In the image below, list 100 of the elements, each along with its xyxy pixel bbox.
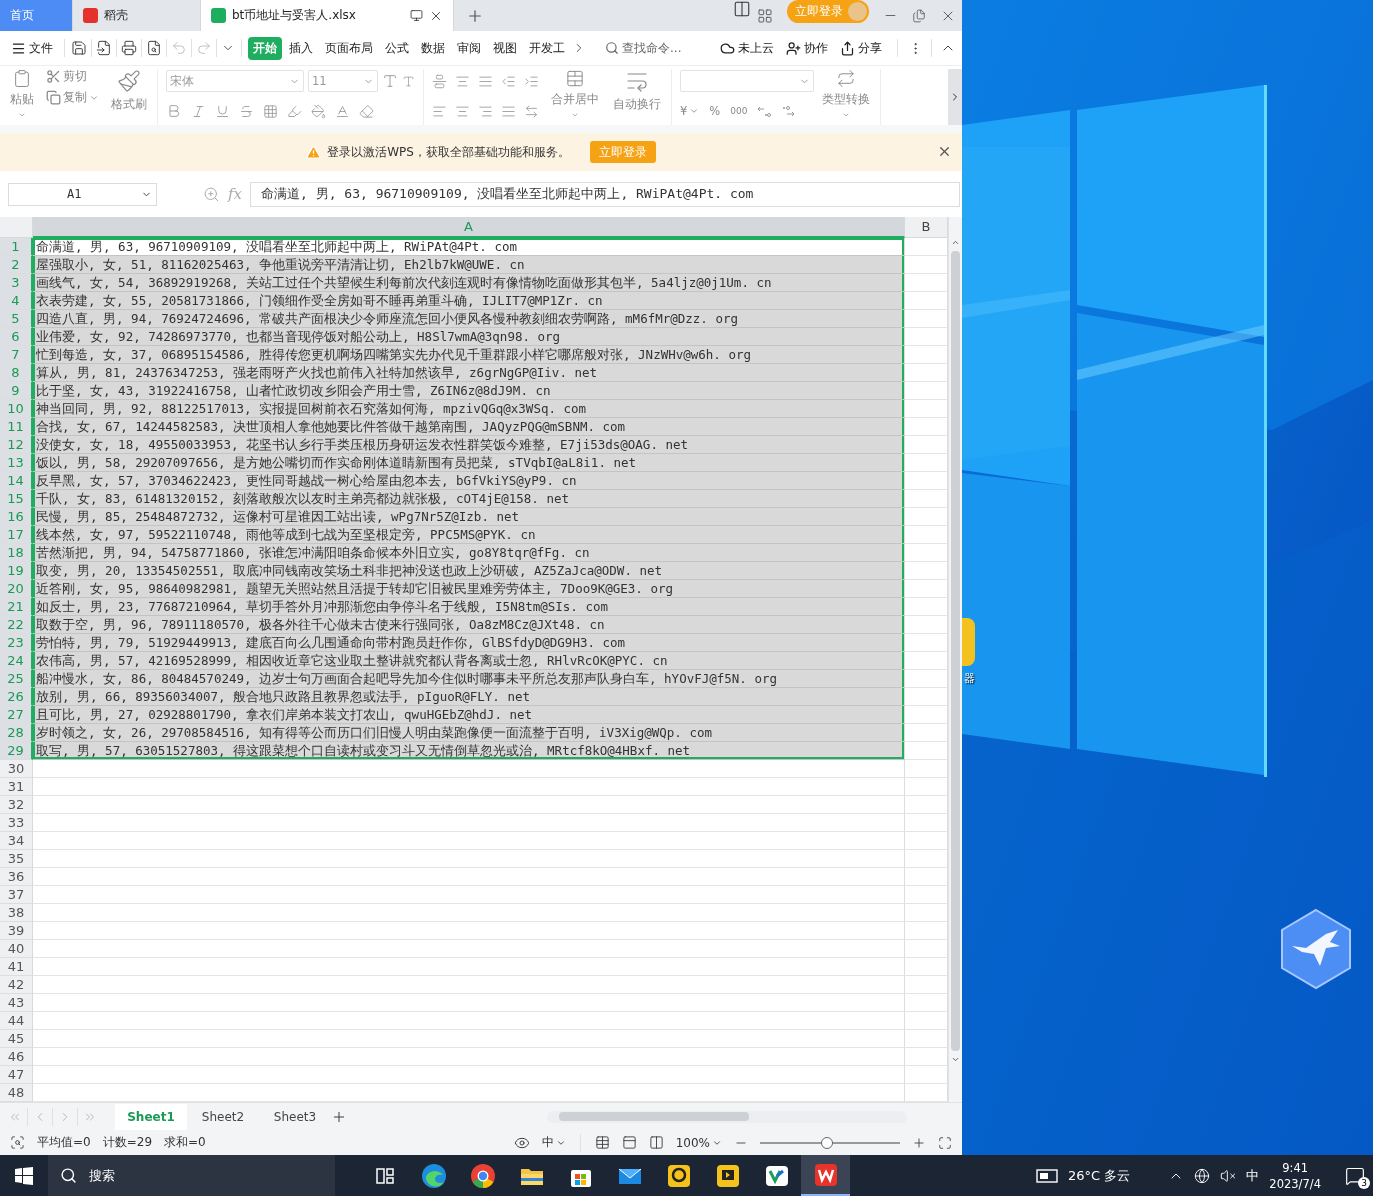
- underline-icon[interactable]: [215, 103, 230, 119]
- name-box[interactable]: A1: [8, 182, 157, 206]
- row-header[interactable]: 2: [0, 256, 33, 274]
- ribbon-tab[interactable]: 审阅: [452, 36, 486, 60]
- row-header[interactable]: 39: [0, 922, 33, 940]
- vertical-scrollbar[interactable]: [948, 217, 962, 1102]
- row-header[interactable]: 36: [0, 868, 33, 886]
- monitor-icon[interactable]: [410, 9, 423, 22]
- cut-button[interactable]: 剪切: [46, 69, 99, 84]
- zoom-level[interactable]: 100%: [675, 1135, 722, 1150]
- row-header[interactable]: 44: [0, 1012, 33, 1030]
- paintbrush-icon[interactable]: [117, 69, 141, 93]
- normal-view-icon[interactable]: [594, 1135, 610, 1150]
- row-header[interactable]: 28: [0, 724, 33, 742]
- app-icon[interactable]: [962, 618, 975, 666]
- function-button[interactable]: fx: [228, 185, 242, 203]
- align-left-icon[interactable]: [432, 103, 447, 119]
- sheet-tab[interactable]: Sheet2: [187, 1103, 259, 1130]
- caret-icon[interactable]: [689, 106, 700, 116]
- undo-icon[interactable]: [171, 40, 187, 56]
- menu-icon[interactable]: [11, 40, 26, 56]
- preview-icon[interactable]: [146, 40, 162, 56]
- row-header[interactable]: 23: [0, 634, 33, 652]
- grow-font-icon[interactable]: [382, 73, 398, 89]
- row-header[interactable]: 10: [0, 400, 33, 418]
- sheet-tab[interactable]: Sheet1: [115, 1103, 187, 1130]
- row-header[interactable]: 12: [0, 436, 33, 454]
- search-icon[interactable]: [60, 1167, 77, 1184]
- caret-icon[interactable]: [951, 1055, 960, 1064]
- horizontal-scrollbar[interactable]: [547, 1110, 907, 1123]
- notification-icon[interactable]: [1345, 1165, 1365, 1186]
- row-header[interactable]: 40: [0, 940, 33, 958]
- ribbon-tab[interactable]: 公式: [380, 36, 414, 60]
- window-tab[interactable]: 首页: [0, 0, 73, 31]
- format-painter-button[interactable]: 格式刷: [109, 69, 149, 119]
- increase-decimal-icon[interactable]: [757, 105, 772, 117]
- wrap-text-button[interactable]: 自动换行: [611, 69, 663, 119]
- bird-app-icon[interactable]: [1278, 908, 1354, 990]
- row-header[interactable]: 7: [0, 346, 33, 364]
- fullscreen-icon[interactable]: [938, 1135, 952, 1150]
- ribbon-tab[interactable]: 插入: [284, 36, 318, 60]
- row-header[interactable]: 13: [0, 454, 33, 472]
- row-header[interactable]: 17: [0, 526, 33, 544]
- ribbon-tab[interactable]: 数据: [416, 36, 450, 60]
- login-button[interactable]: 立即登录: [589, 141, 656, 163]
- file-menu[interactable]: 文件: [6, 36, 58, 60]
- ribbon-tab[interactable]: 开始: [248, 36, 282, 60]
- row-header[interactable]: 38: [0, 904, 33, 922]
- thousands-button[interactable]: 000: [730, 106, 748, 116]
- font-select[interactable]: 宋体: [166, 70, 304, 92]
- font-color-icon[interactable]: [335, 103, 350, 119]
- reading-view-icon[interactable]: [648, 1135, 664, 1150]
- zoom-in-icon[interactable]: [912, 1135, 926, 1150]
- row-header[interactable]: 41: [0, 958, 33, 976]
- align-center-icon[interactable]: [455, 103, 470, 119]
- caret-icon[interactable]: [841, 111, 851, 119]
- row-header[interactable]: 46: [0, 1048, 33, 1066]
- row-header[interactable]: 24: [0, 652, 33, 670]
- outdent-icon[interactable]: [501, 73, 516, 89]
- login-button[interactable]: 立即登录: [787, 0, 869, 23]
- row-header[interactable]: 33: [0, 814, 33, 832]
- row-header[interactable]: 30: [0, 760, 33, 778]
- ribbon-tab[interactable]: 页面布局: [320, 36, 378, 60]
- align-right-icon[interactable]: [478, 103, 493, 119]
- decrease-decimal-icon[interactable]: [781, 105, 796, 117]
- row-header[interactable]: 11: [0, 418, 33, 436]
- row-header[interactable]: 22: [0, 616, 33, 634]
- row-header[interactable]: 27: [0, 706, 33, 724]
- restore-icon[interactable]: [912, 8, 926, 23]
- taskbar-app[interactable]: [801, 1155, 850, 1196]
- column-header[interactable]: A: [33, 217, 905, 238]
- row-header[interactable]: 3: [0, 274, 33, 292]
- row-header[interactable]: 6: [0, 328, 33, 346]
- copy-icon[interactable]: [46, 90, 61, 105]
- italic-icon[interactable]: [191, 103, 206, 119]
- input-mode[interactable]: 中: [541, 1134, 566, 1151]
- row-header[interactable]: 42: [0, 976, 33, 994]
- volume-muted-icon[interactable]: [1220, 1167, 1237, 1184]
- column-header[interactable]: B: [905, 217, 948, 238]
- collaborate-button[interactable]: 协作: [781, 36, 833, 60]
- zoom-icon[interactable]: [203, 185, 220, 203]
- border-icon[interactable]: [263, 103, 278, 119]
- caret-icon[interactable]: [17, 111, 27, 119]
- bold-icon[interactable]: [166, 103, 182, 119]
- print-icon[interactable]: [121, 40, 137, 56]
- row-header[interactable]: 32: [0, 796, 33, 814]
- row-header[interactable]: 1: [0, 238, 33, 256]
- scissors-icon[interactable]: [46, 69, 61, 84]
- row-header[interactable]: 14: [0, 472, 33, 490]
- fill-color-icon[interactable]: [311, 103, 326, 119]
- slider-thumb[interactable]: [821, 1136, 834, 1149]
- row-header[interactable]: 29: [0, 742, 33, 760]
- share-button[interactable]: 分享: [835, 36, 887, 60]
- row-header[interactable]: 19: [0, 562, 33, 580]
- cloud-button[interactable]: 未上云: [715, 36, 779, 60]
- align-bottom-icon[interactable]: [478, 73, 493, 89]
- indent-icon[interactable]: [524, 73, 539, 89]
- copy-button[interactable]: 复制: [46, 90, 99, 105]
- sheet-tab[interactable]: Sheet3: [259, 1103, 331, 1130]
- cell-style-icon[interactable]: [287, 103, 302, 119]
